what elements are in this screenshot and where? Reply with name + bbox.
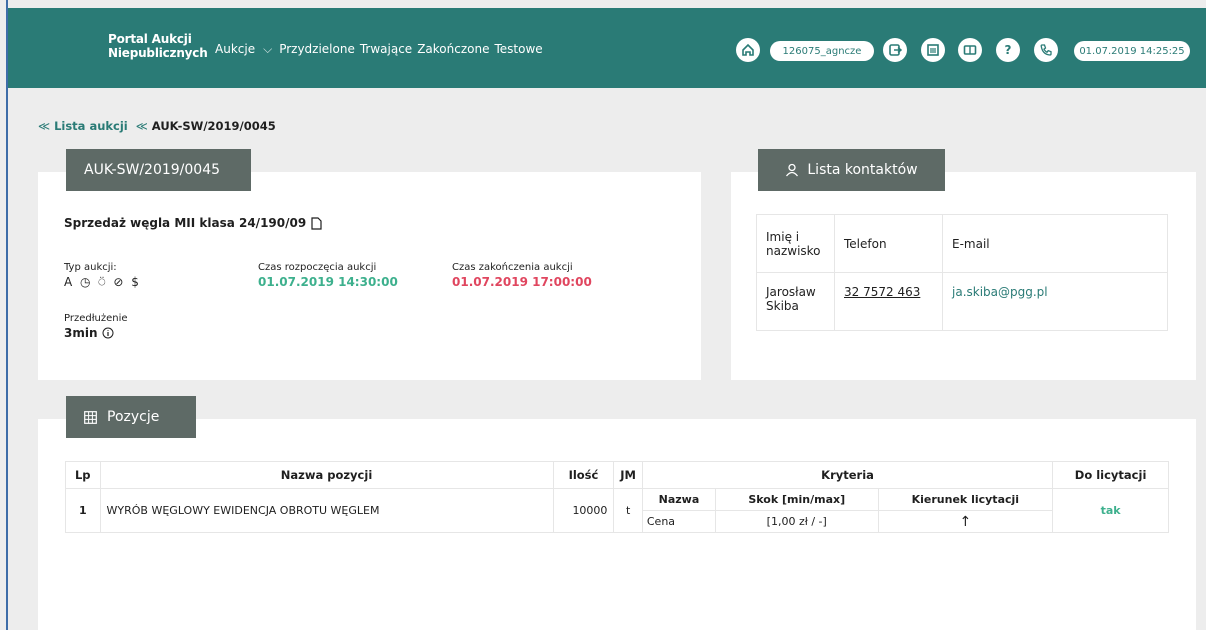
contact-phone-link[interactable]: 32 7572 463 xyxy=(844,285,920,299)
criteria-name-header: Nazwa xyxy=(641,488,717,511)
col-bidding: Do licytacji xyxy=(1052,461,1169,489)
help-icon[interactable]: ? xyxy=(996,38,1020,62)
datetime-display: 01.07.2019 14:25:25 xyxy=(1074,41,1190,61)
positions-tab: Pozycje xyxy=(66,396,196,438)
auction-tab-label: AUK-SW/2019/0045 xyxy=(84,162,221,178)
contacts-card: Imię i nazwisko Telefon E-mail Jarosław … xyxy=(731,172,1196,380)
breadcrumb: ≪ Lista aukcji ≪ AUK-SW/2019/0045 xyxy=(38,119,276,133)
criterion-step: [1,00 zł / -] xyxy=(715,510,879,533)
phone-icon[interactable] xyxy=(1034,38,1058,62)
row-name: WYRÓB WĘGLOWY EWIDENCJA OBROTU WĘGLEM xyxy=(99,488,554,533)
user-badge[interactable]: 126075_agncze xyxy=(770,41,874,61)
contact-name: Jarosław Skiba xyxy=(756,272,835,331)
contacts-table: Imię i nazwisko Telefon E-mail Jarosław … xyxy=(756,214,1168,331)
contacts-header-email: E-mail xyxy=(942,214,1168,273)
auction-type: Typ aukcji: A ◷ ⍥ ⊘ $ xyxy=(64,262,141,290)
contacts-header-row: Imię i nazwisko Telefon E-mail xyxy=(756,214,1168,273)
breadcrumb-current-label: AUK-SW/2019/0045 xyxy=(151,119,276,133)
main-nav: Aukcje ⌵ Przydzielone Trwające Zakończon… xyxy=(214,42,544,57)
contact-email-link[interactable]: ja.skiba@pgg.pl xyxy=(952,285,1048,299)
contacts-tab-label: Lista kontaktów xyxy=(807,162,918,178)
info-icon[interactable] xyxy=(102,327,114,339)
building-icon[interactable] xyxy=(921,38,945,62)
contacts-row: Jarosław Skiba 32 7572 463 ja.skiba@pgg.… xyxy=(756,272,1168,331)
auction-type-icons: A ◷ ⍥ ⊘ $ xyxy=(64,275,141,289)
brand-line2: Niepublicznych xyxy=(108,46,208,60)
criterion-name: Cena xyxy=(641,510,717,533)
auction-title: Sprzedaż węgla MII klasa 24/190/09 xyxy=(64,216,307,230)
chevron-down-icon[interactable]: ⌵ xyxy=(259,42,275,57)
nav-aukcje[interactable]: Aukcje xyxy=(214,42,256,57)
book-icon[interactable] xyxy=(958,38,982,62)
row-lp: 1 xyxy=(65,488,101,533)
auction-start: Czas rozpoczęcia aukcji 01.07.2019 14:30… xyxy=(258,262,398,289)
table-row: 1 WYRÓB WĘGLOWY EWIDENCJA OBROTU WĘGLEM … xyxy=(65,488,1169,533)
auction-extension: Przedłużenie 3min xyxy=(64,313,128,340)
nav-trwajace[interactable]: Trwające xyxy=(359,42,413,57)
breadcrumb-list-label: Lista aukcji xyxy=(54,119,128,133)
logout-icon[interactable] xyxy=(883,38,907,62)
nav-zakonczone[interactable]: Zakończone xyxy=(416,42,490,57)
double-chevron-left-icon: ≪ xyxy=(38,119,51,133)
brand-line1: Portal Aukcji xyxy=(108,32,192,46)
arrow-up-icon: ↑ xyxy=(877,510,1054,533)
col-criteria: Kryteria xyxy=(641,461,1054,489)
auction-title-row: Sprzedaż węgla MII klasa 24/190/09 xyxy=(64,216,322,230)
end-value: 01.07.2019 17:00:00 xyxy=(452,275,592,289)
col-unit: JM xyxy=(613,461,643,489)
positions-table: Lp Nazwa pozycji Ilość JM Kryteria Do li… xyxy=(65,461,1169,533)
home-icon[interactable] xyxy=(736,38,760,62)
brand-logo[interactable]: Portal Aukcji Niepublicznych xyxy=(108,32,208,60)
positions-header-row: Lp Nazwa pozycji Ilość JM Kryteria Do li… xyxy=(65,461,1169,489)
grid-icon xyxy=(84,410,97,424)
nav-testowe[interactable]: Testowe xyxy=(493,42,543,57)
type-label: Typ aukcji: xyxy=(64,262,117,273)
auction-end: Czas zakończenia aukcji 01.07.2019 17:00… xyxy=(452,262,592,289)
contacts-tab: Lista kontaktów xyxy=(758,149,945,191)
end-label: Czas zakończenia aukcji xyxy=(452,262,573,273)
user-icon xyxy=(786,163,799,177)
double-chevron-left-icon: ≪ xyxy=(135,119,148,133)
breadcrumb-list-link[interactable]: ≪ Lista aukcji xyxy=(38,119,128,133)
top-navbar: Portal Aukcji Niepublicznych Aukcje ⌵ Pr… xyxy=(8,8,1206,88)
extension-value: 3min xyxy=(64,326,98,340)
row-bidding: tak xyxy=(1052,488,1169,533)
breadcrumb-current: ≪ AUK-SW/2019/0045 xyxy=(136,119,276,133)
start-label: Czas rozpoczęcia aukcji xyxy=(258,262,377,273)
nav-przydzielone[interactable]: Przydzielone xyxy=(278,42,356,57)
col-lp: Lp xyxy=(65,461,101,489)
criteria-direction-header: Kierunek licytacji xyxy=(877,488,1054,511)
row-qty: 10000 xyxy=(552,488,615,533)
criteria-step-header: Skok [min/max] xyxy=(715,488,879,511)
document-icon[interactable] xyxy=(311,216,322,230)
contacts-header-phone: Telefon xyxy=(834,214,943,273)
col-qty: Ilość xyxy=(552,461,615,489)
row-unit: t xyxy=(613,488,643,533)
start-value: 01.07.2019 14:30:00 xyxy=(258,275,398,289)
auction-tab: AUK-SW/2019/0045 xyxy=(66,149,251,191)
window-edge xyxy=(6,0,8,630)
col-name: Nazwa pozycji xyxy=(99,461,554,489)
auction-card: Sprzedaż węgla MII klasa 24/190/09 Typ a… xyxy=(38,172,701,380)
extension-label: Przedłużenie xyxy=(64,313,128,324)
contacts-header-name: Imię i nazwisko xyxy=(756,214,835,273)
positions-tab-label: Pozycje xyxy=(107,409,160,425)
positions-card: Lp Nazwa pozycji Ilość JM Kryteria Do li… xyxy=(38,419,1196,630)
